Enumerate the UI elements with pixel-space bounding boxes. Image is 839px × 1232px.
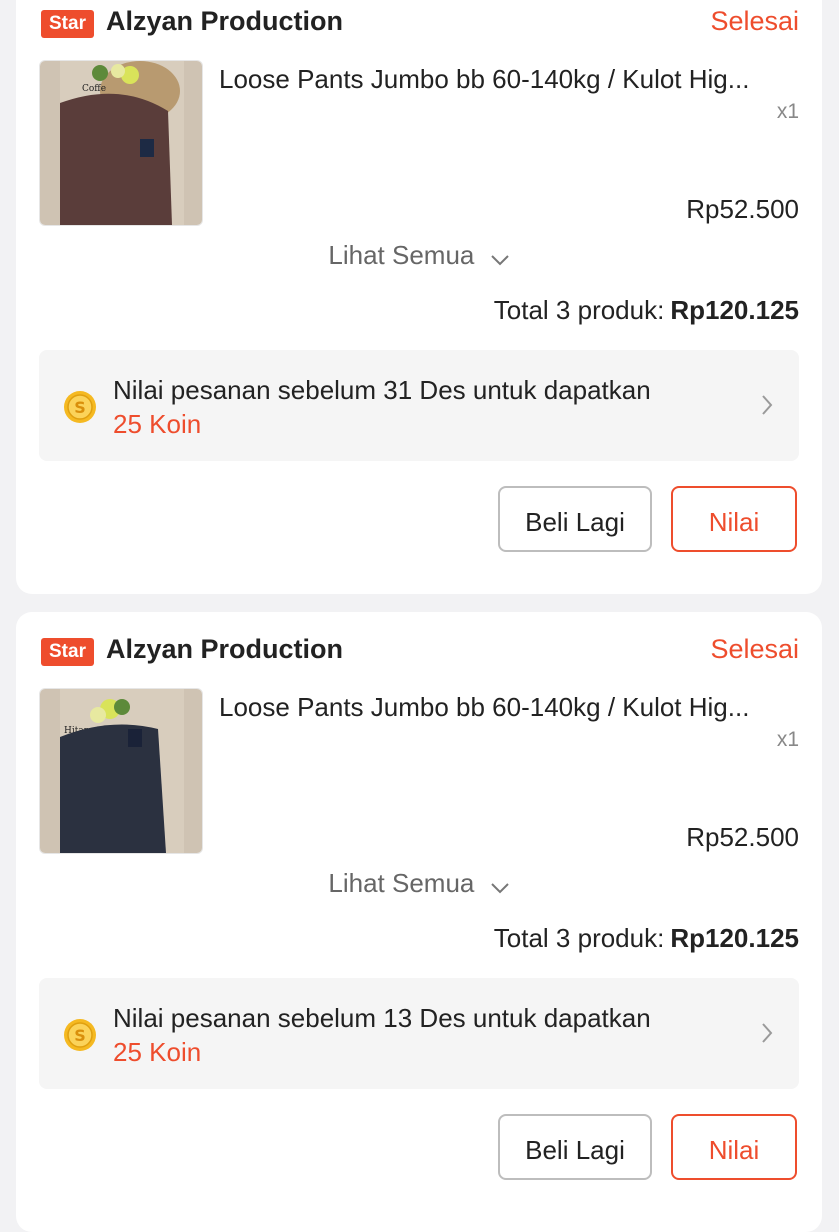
product-title[interactable]: Loose Pants Jumbo bb 60-140kg / Kulot Hi…: [219, 692, 799, 723]
rate-button[interactable]: Nilai: [671, 1114, 797, 1180]
order-total: Total 3 produk: Rp120.125: [494, 295, 799, 326]
reward-text: Nilai pesanan sebelum 13 Des untuk dapat…: [113, 1003, 651, 1033]
reward-text: Nilai pesanan sebelum 31 Des untuk dapat…: [113, 375, 651, 405]
chevron-down-icon: [490, 870, 510, 901]
star-seller-badge: Star: [41, 638, 94, 666]
star-seller-badge: Star: [41, 10, 94, 38]
order-card[interactable]: Star Alzyan Production Selesai Hitam Loo…: [16, 612, 822, 1232]
rate-reward-banner[interactable]: S Nilai pesanan sebelum 31 Des untuk dap…: [39, 350, 799, 461]
order-status: Selesai: [710, 6, 799, 36]
shop-name[interactable]: Alzyan Production: [106, 6, 343, 37]
buy-again-button[interactable]: Beli Lagi: [498, 1114, 652, 1180]
rate-reward-banner[interactable]: S Nilai pesanan sebelum 13 Des untuk dap…: [39, 978, 799, 1089]
see-all-label: Lihat Semua: [328, 868, 475, 898]
rate-button[interactable]: Nilai: [671, 486, 797, 552]
thumb-label: Coffe: [82, 84, 106, 94]
reward-amount: 25 Koin: [113, 1037, 202, 1067]
total-amount: Rp120.125: [670, 923, 799, 953]
order-card[interactable]: Star Alzyan Production Selesai Coffe Loo…: [16, 0, 822, 594]
total-amount: Rp120.125: [670, 295, 799, 325]
svg-text:S: S: [74, 398, 86, 417]
shop-name[interactable]: Alzyan Production: [106, 634, 343, 665]
see-all-label: Lihat Semua: [328, 240, 475, 270]
svg-text:S: S: [74, 1026, 86, 1045]
total-label: Total 3 produk:: [493, 295, 665, 325]
chevron-down-icon: [490, 242, 510, 273]
order-status: Selesai: [710, 634, 799, 664]
coin-icon: S: [63, 1018, 97, 1057]
see-all-link[interactable]: Lihat Semua: [16, 868, 822, 901]
product-title[interactable]: Loose Pants Jumbo bb 60-140kg / Kulot Hi…: [219, 64, 799, 95]
order-total: Total 3 produk: Rp120.125: [494, 923, 799, 954]
chevron-right-icon: [761, 1022, 773, 1049]
product-thumbnail[interactable]: Hitam: [39, 688, 203, 854]
reward-amount: 25 Koin: [113, 409, 202, 439]
product-price: Rp52.500: [686, 194, 799, 224]
coin-icon: S: [63, 390, 97, 429]
product-quantity: x1: [776, 728, 799, 751]
product-thumbnail[interactable]: Coffe: [39, 60, 203, 226]
buy-again-button[interactable]: Beli Lagi: [498, 486, 652, 552]
product-quantity: x1: [776, 100, 799, 123]
total-label: Total 3 produk:: [493, 923, 665, 953]
chevron-right-icon: [761, 394, 773, 421]
see-all-link[interactable]: Lihat Semua: [16, 240, 822, 273]
product-price: Rp52.500: [686, 822, 799, 852]
